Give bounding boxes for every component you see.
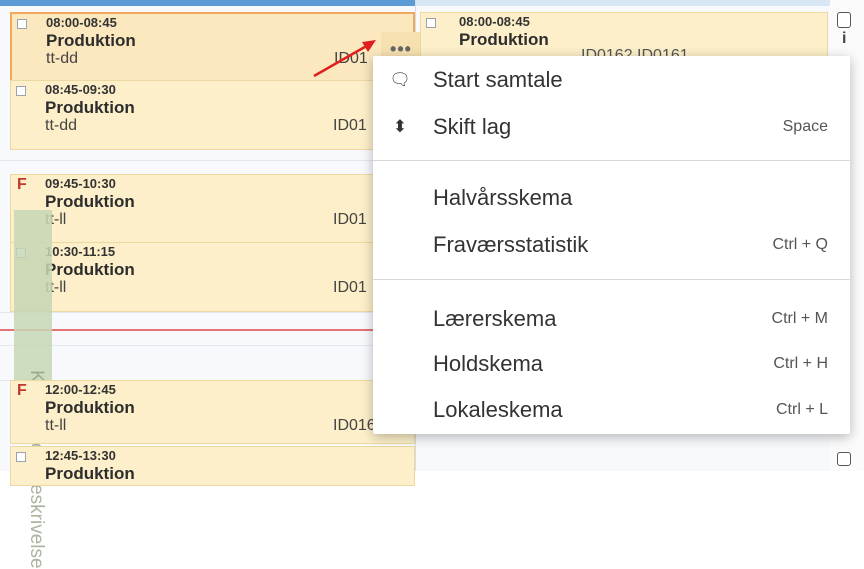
menu-item-label: Halvårsskema [433, 185, 573, 210]
menu-item-label: Lokaleskema [433, 397, 563, 422]
menu-item-label: Skift lag [433, 114, 512, 139]
menu-item-holdskema[interactable]: Holdskema Ctrl + H [373, 344, 850, 384]
menu-item-label: Start samtale [433, 67, 563, 92]
menu-separator [373, 279, 850, 280]
menu-item-fravaersstatistik[interactable]: Fraværsstatistik Ctrl + Q [373, 225, 850, 265]
menu-item-label: Holdskema [433, 351, 544, 376]
menu-item-start-samtale[interactable]: 🗨 Start samtale [373, 60, 850, 100]
menu-item-shortcut: Ctrl + M [771, 310, 828, 327]
menu-item-shortcut: Ctrl + L [775, 401, 828, 418]
menu-item-label: Lærerskema [433, 306, 557, 331]
menu-item-laererskema[interactable]: Lærerskema Ctrl + M [373, 299, 850, 339]
chat-icon: 🗨 [389, 70, 411, 89]
menu-item-shortcut: Ctrl + Q [772, 236, 828, 253]
menu-separator [373, 160, 850, 161]
menu-item-lokaleskema[interactable]: Lokaleskema Ctrl + L [373, 390, 850, 430]
sort-icon: ⬍ [392, 117, 408, 136]
menu-item-skift-lag[interactable]: ⬍ Skift lag Space [373, 107, 850, 147]
menu-item-shortcut: Ctrl + H [773, 355, 828, 372]
menu-item-halvaarsskema[interactable]: Halvårsskema [373, 178, 850, 218]
menu-item-shortcut: Space [782, 118, 828, 135]
menu-item-label: Fraværsstatistik [433, 232, 589, 257]
context-menu: 🗨 Start samtale ⬍ Skift lag Space Halvår… [373, 56, 850, 434]
